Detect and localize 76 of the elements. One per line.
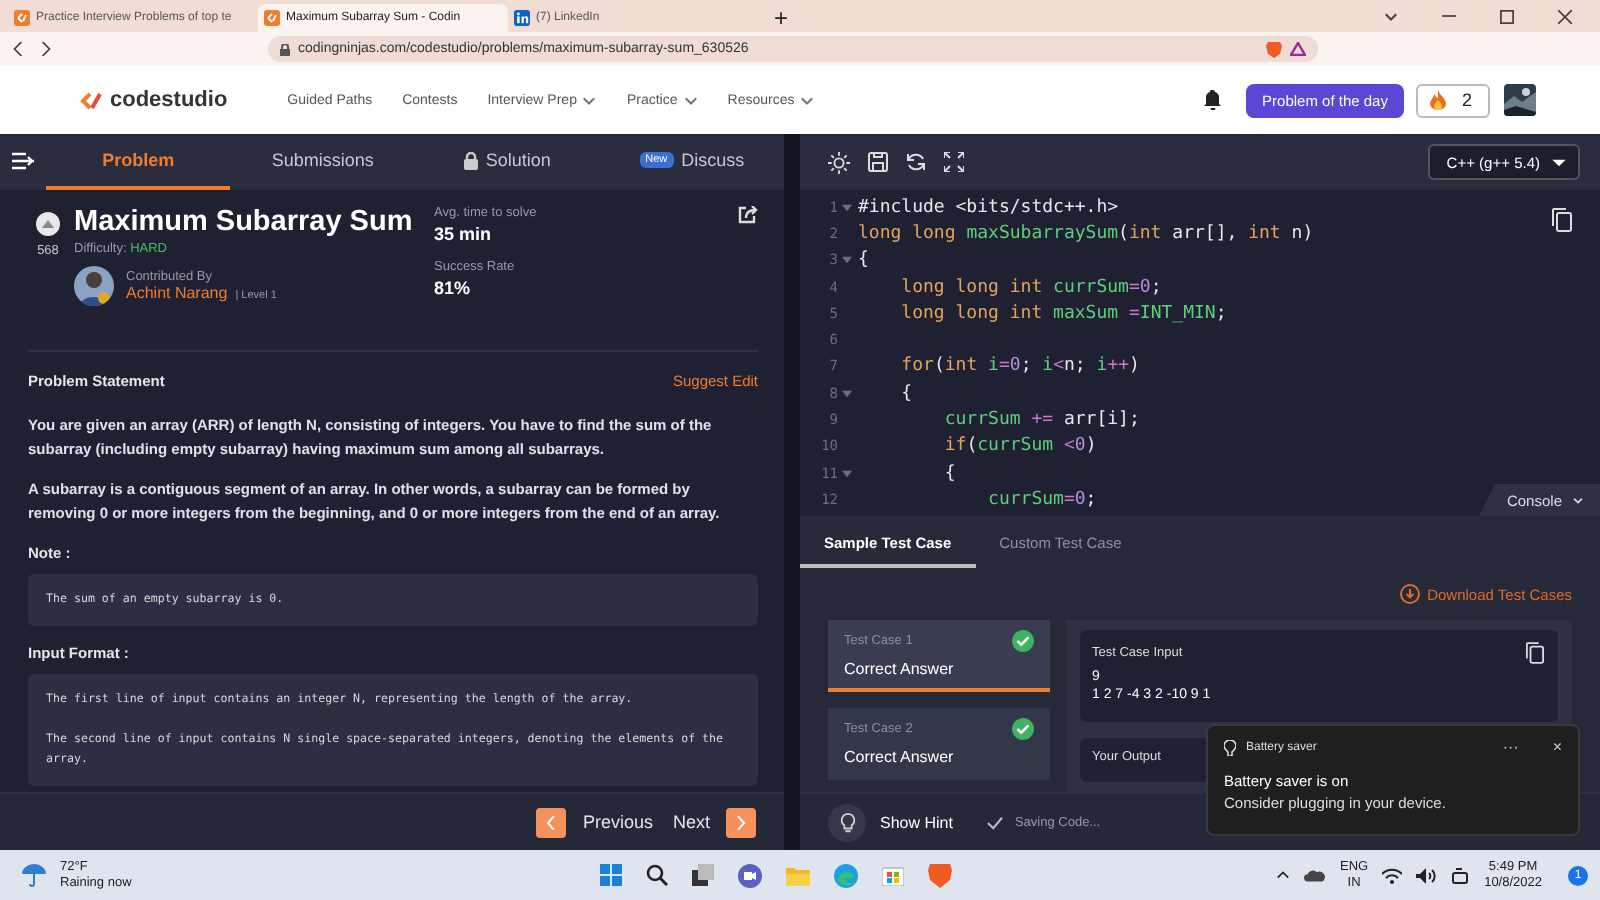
code-line: { bbox=[858, 250, 869, 271]
task-view-icon[interactable] bbox=[692, 864, 714, 886]
code-line: long long int maxSum =INT_MIN; bbox=[899, 303, 1227, 324]
codestudio-logo-icon bbox=[14, 10, 30, 26]
search-icon[interactable] bbox=[646, 864, 668, 886]
copy-icon[interactable] bbox=[1552, 208, 1572, 232]
stat-value: 81% bbox=[434, 278, 473, 298]
code-line: { bbox=[899, 383, 913, 404]
code-editor[interactable] bbox=[800, 190, 1600, 516]
share-icon[interactable] bbox=[738, 206, 758, 224]
logo-text: codestudio bbox=[110, 88, 228, 112]
code-line: currSum=0; bbox=[986, 489, 1097, 510]
copy-icon[interactable] bbox=[1526, 642, 1544, 664]
minimize-icon[interactable] bbox=[1442, 10, 1456, 22]
chevron-right-icon bbox=[736, 815, 746, 829]
code-line: if(currSum <0) bbox=[942, 436, 1097, 457]
check-icon bbox=[986, 815, 1005, 829]
fold-icon[interactable] bbox=[842, 203, 852, 212]
code-line: long long maxSubarraySum(int arr[], int n) bbox=[858, 223, 1314, 244]
speaker-icon[interactable] bbox=[1416, 867, 1437, 883]
close-icon[interactable] bbox=[1558, 9, 1572, 23]
new-tab-button[interactable]: + bbox=[774, 4, 789, 32]
more-options-button[interactable]: ··· bbox=[1502, 738, 1519, 756]
download-icon bbox=[1399, 584, 1420, 604]
next-button[interactable]: Next bbox=[672, 807, 756, 837]
cloud-icon[interactable] bbox=[1303, 869, 1326, 881]
code-line: currSum += arr[i]; bbox=[942, 410, 1140, 431]
close-button[interactable]: × bbox=[1552, 738, 1562, 756]
author-link[interactable]: Achint Narang bbox=[126, 284, 228, 302]
problem-icon bbox=[36, 212, 60, 236]
refresh-icon[interactable] bbox=[906, 152, 926, 172]
wifi-icon[interactable] bbox=[1382, 867, 1403, 883]
problem-title: Maximum Subarray Sum bbox=[74, 206, 415, 238]
previous-button[interactable]: Previous bbox=[536, 807, 653, 837]
code-line: { bbox=[942, 463, 956, 484]
tab-list-icon[interactable] bbox=[1384, 10, 1398, 22]
chevron-logo-icon bbox=[80, 91, 104, 109]
profile-avatar[interactable] bbox=[1504, 84, 1536, 116]
sun-icon[interactable] bbox=[828, 151, 850, 173]
rain-umbrella-icon[interactable] bbox=[20, 862, 48, 888]
lightbulb-icon bbox=[837, 811, 857, 833]
stat-value: 35 min bbox=[434, 224, 494, 244]
battery-icon[interactable] bbox=[1450, 867, 1471, 883]
menu-icon[interactable] bbox=[12, 152, 34, 170]
bell-icon[interactable] bbox=[1204, 90, 1223, 110]
chevron-left-icon bbox=[546, 815, 557, 829]
lock-icon bbox=[280, 43, 290, 55]
code-line: #include <bits/stdc++.h> bbox=[858, 197, 1119, 218]
caret-icon bbox=[1552, 157, 1566, 167]
linkedin-logo-icon bbox=[514, 10, 530, 26]
chat-icon[interactable] bbox=[738, 863, 762, 887]
tab[interactable]: Solution bbox=[415, 134, 600, 190]
codestudio-logo-icon bbox=[264, 10, 280, 26]
test-case-result: Correct Answer bbox=[844, 660, 956, 678]
triangle-icon[interactable] bbox=[1290, 42, 1306, 56]
save-icon[interactable] bbox=[868, 152, 888, 172]
back-icon[interactable] bbox=[12, 42, 24, 56]
chevron-up-icon[interactable] bbox=[1275, 870, 1290, 880]
streak-count: 2 bbox=[1461, 90, 1472, 110]
tab[interactable]: Submissions bbox=[230, 134, 415, 190]
caret-icon bbox=[1572, 496, 1584, 504]
maximize-icon[interactable] bbox=[1500, 9, 1514, 23]
lock-icon bbox=[463, 151, 478, 169]
flame-icon bbox=[1429, 90, 1446, 110]
windows-start-icon[interactable] bbox=[600, 864, 622, 886]
store-bag-icon[interactable] bbox=[882, 864, 904, 886]
code-line: for(int i=0; i<n; i++) bbox=[899, 356, 1140, 377]
fold-icon[interactable] bbox=[842, 389, 852, 398]
code-line: long long int currSum=0; bbox=[899, 277, 1162, 298]
show-hint-button[interactable]: Show Hint bbox=[828, 803, 953, 841]
tab[interactable]: Problem bbox=[46, 134, 231, 190]
forward-icon[interactable] bbox=[40, 42, 52, 56]
fold-icon[interactable] bbox=[842, 469, 852, 478]
test-case-result: Correct Answer bbox=[844, 748, 956, 766]
fold-icon[interactable] bbox=[842, 256, 852, 265]
fullscreen-icon[interactable] bbox=[944, 152, 964, 172]
